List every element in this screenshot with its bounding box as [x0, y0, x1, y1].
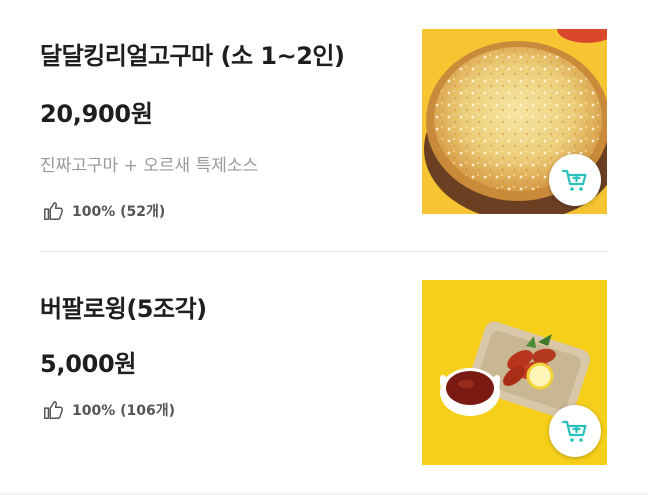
menu-item-rating: 100% (52개)	[42, 200, 165, 222]
menu-item-name: 달달킹리얼고구마 (소 1~2인)	[40, 42, 345, 70]
add-to-cart-button[interactable]	[549, 405, 601, 457]
menu-item[interactable]: 달달킹리얼고구마 (소 1~2인) 20,900원 진짜고구마 + 오르새 특제…	[0, 0, 648, 252]
item-divider	[40, 251, 607, 252]
menu-item-price: 5,000원	[40, 350, 137, 378]
add-to-cart-button[interactable]	[549, 154, 601, 206]
thumbs-up-icon	[44, 401, 63, 419]
menu-item[interactable]: 버팔로윙(5조각) 5,000원 100% (106개)	[0, 253, 648, 495]
add-to-cart-icon	[561, 420, 587, 442]
thumbs-up-icon	[44, 202, 63, 220]
menu-item-name: 버팔로윙(5조각)	[40, 295, 207, 323]
menu-item-rating: 100% (106개)	[42, 399, 175, 421]
rating-text: 100% (52개)	[72, 204, 166, 220]
add-to-cart-icon	[561, 169, 587, 191]
menu-item-price: 20,900원	[40, 100, 153, 128]
rating-text: 100% (106개)	[72, 403, 176, 419]
menu-item-description: 진짜고구마 + 오르새 특제소스	[40, 156, 259, 176]
